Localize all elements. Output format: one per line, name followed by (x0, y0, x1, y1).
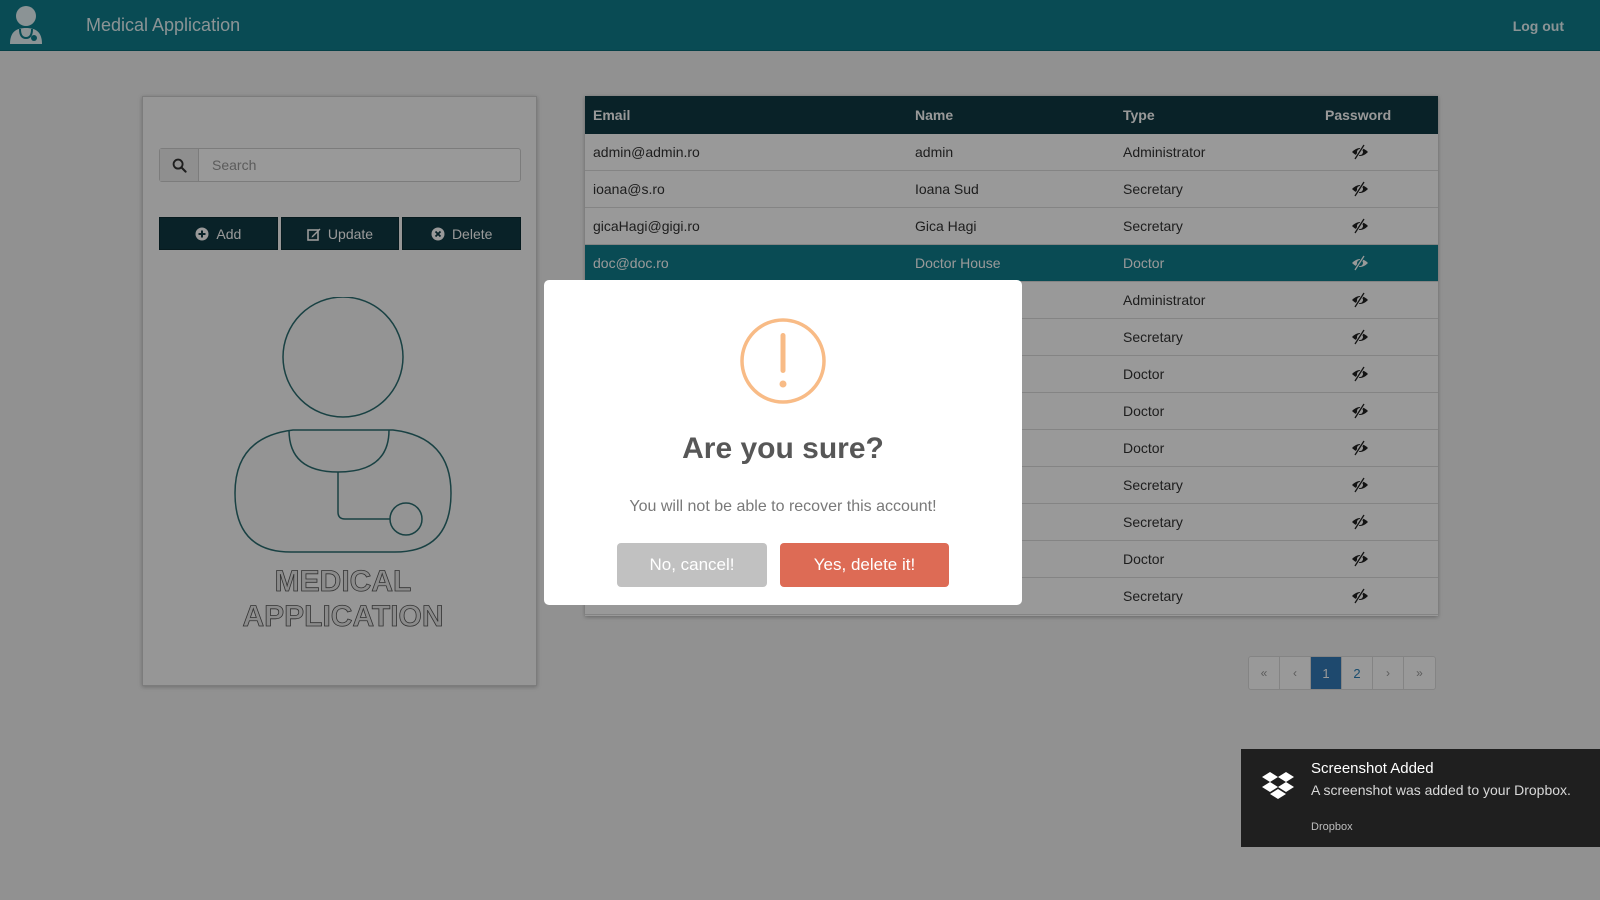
dropbox-icon (1262, 772, 1294, 799)
dropbox-notification[interactable]: Screenshot Added A screenshot was added … (1241, 749, 1600, 847)
confirm-delete-button[interactable]: Yes, delete it! (780, 543, 949, 587)
toast-source: Dropbox (1311, 821, 1353, 833)
warning-icon (740, 318, 826, 404)
dialog-message: You will not be able to recover this acc… (629, 498, 937, 515)
dialog-title: Are you sure? (682, 432, 884, 465)
cancel-button[interactable]: No, cancel! (617, 543, 767, 587)
confirm-dialog: Are you sure? You will not be able to re… (544, 280, 1022, 605)
toast-title: Screenshot Added (1311, 760, 1434, 777)
toast-message: A screenshot was added to your Dropbox. (1311, 782, 1571, 798)
